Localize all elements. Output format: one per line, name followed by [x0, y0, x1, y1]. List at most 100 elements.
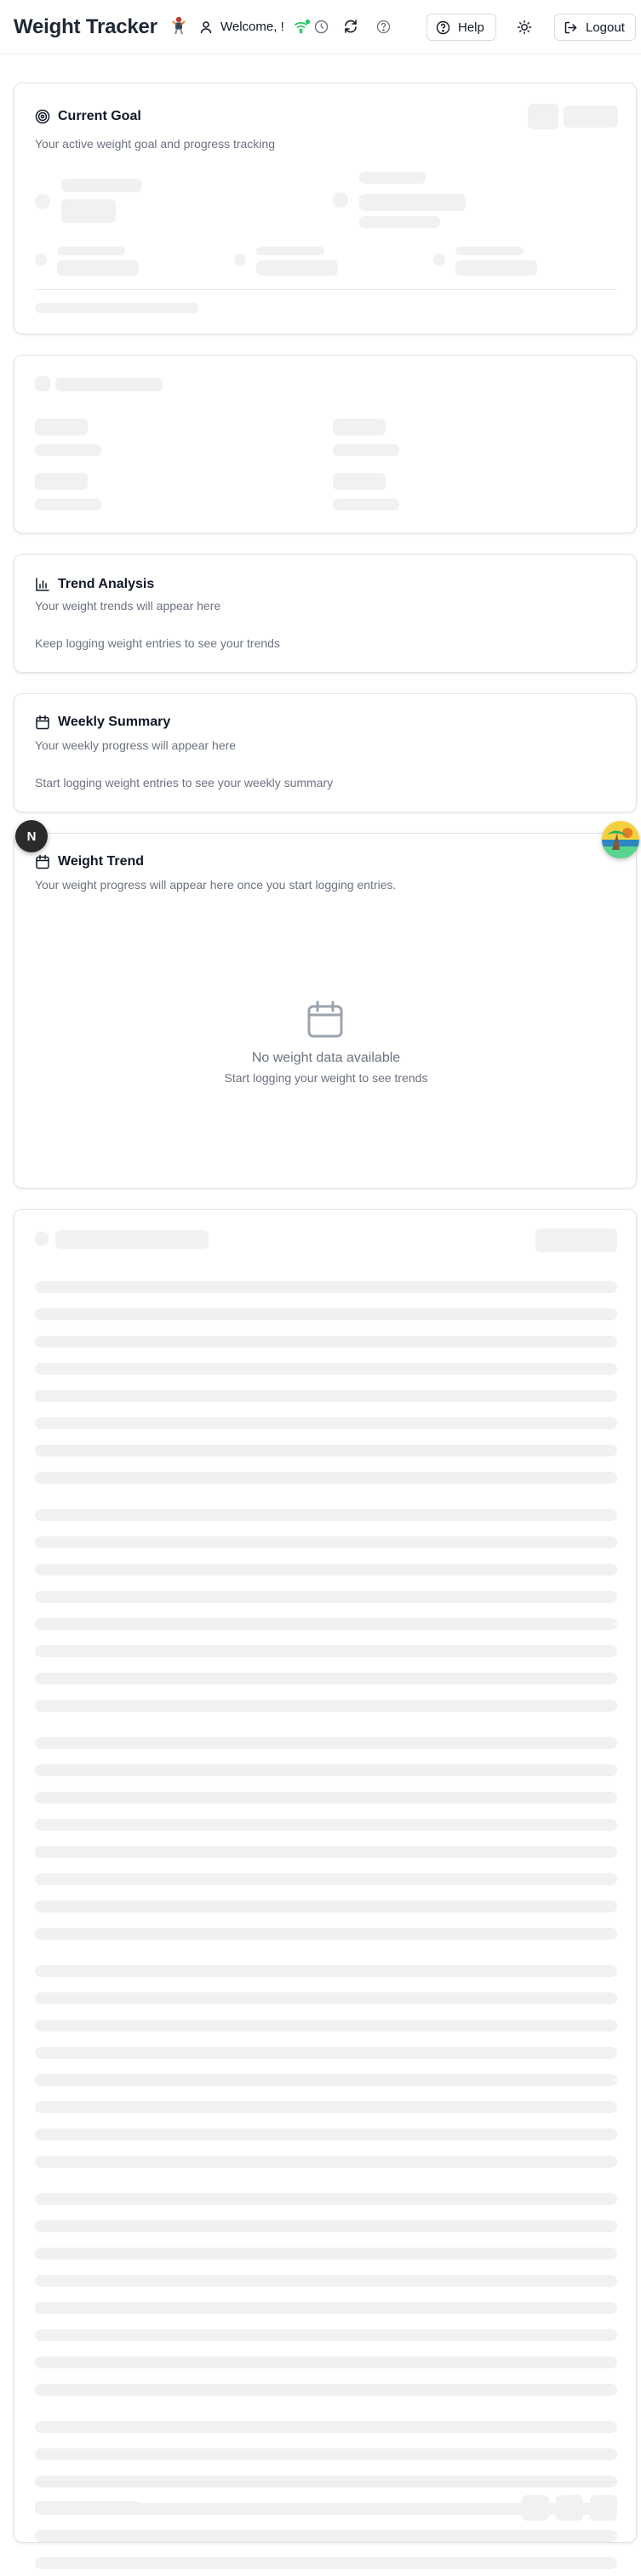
- online-status-icon: [295, 19, 311, 34]
- skeleton-block: [61, 179, 142, 192]
- calendar-icon: [36, 854, 49, 869]
- logout-label: Logout: [586, 20, 625, 35]
- mascot-icon: [172, 16, 186, 35]
- next-dev-badge[interactable]: N: [15, 820, 48, 852]
- skeleton-block: [359, 172, 426, 184]
- refresh-icon[interactable]: [343, 19, 358, 34]
- trend-analysis-heading: Trend Analysis: [35, 577, 154, 592]
- skeleton-row: [35, 1673, 617, 1684]
- current-goal-title: Current Goal: [58, 109, 141, 123]
- beach-avatar-icon: [602, 821, 639, 858]
- skeleton-row: [35, 1792, 617, 1804]
- target-icon: [35, 109, 50, 124]
- skeleton-row: [35, 1281, 617, 1293]
- skeleton-row: [35, 2248, 617, 2260]
- skeleton-block: [564, 105, 618, 128]
- skeleton-block: [535, 1228, 617, 1252]
- skeleton-block: [57, 247, 125, 255]
- app-header: Weight Tracker Welcome, ! Help Logout: [0, 0, 641, 54]
- weight-trend-title: Weight Trend: [58, 854, 145, 869]
- skeleton-row: [35, 2530, 617, 2542]
- skeleton-row: [35, 2101, 617, 2113]
- skeleton-row: [35, 2193, 617, 2205]
- skeleton-row: [35, 2220, 617, 2232]
- skeleton-row: [35, 1336, 617, 1348]
- skeleton-row: [35, 1992, 617, 2004]
- weekly-summary-title: Weekly Summary: [58, 715, 171, 729]
- weight-trend-subtitle: Your weight progress will appear here on…: [35, 878, 397, 892]
- skeleton-block: [455, 247, 524, 255]
- weekly-summary-card: Weekly Summary Your weekly progress will…: [14, 693, 637, 812]
- empty-calendar-icon: [307, 1000, 343, 1038]
- skeleton-block: [556, 2495, 583, 2521]
- help-circle-icon: [436, 20, 450, 34]
- app-title: Weight Tracker: [14, 15, 157, 38]
- logout-button[interactable]: Logout: [554, 14, 636, 41]
- skeleton-row: [35, 1308, 617, 1320]
- skeleton-row: [35, 2357, 617, 2368]
- skeleton-row: [35, 1564, 617, 1576]
- entries-skeleton-card: [14, 1209, 637, 2569]
- current-goal-heading: Current Goal: [35, 109, 141, 124]
- skeleton-block: [256, 247, 324, 255]
- divider: [35, 289, 617, 290]
- skeleton-block: [333, 499, 399, 510]
- logout-icon: [564, 21, 577, 33]
- skeleton-block: [590, 2495, 617, 2521]
- skeleton-row: [35, 1873, 617, 1885]
- skeleton-row: [35, 2129, 617, 2140]
- current-goal-subtitle: Your active weight goal and progress tra…: [35, 137, 275, 151]
- skeleton-block: [433, 254, 445, 265]
- skeleton-block: [35, 473, 88, 490]
- skeleton-row: [35, 1445, 617, 1456]
- trend-analysis-note: Keep logging weight entries to see your …: [35, 636, 280, 650]
- skeleton-block: [359, 194, 466, 211]
- skeleton-row: [35, 1591, 617, 1603]
- calendar-icon: [36, 715, 49, 730]
- skeleton-row: [35, 2329, 617, 2341]
- weight-trend-card: Weight Trend Your weight progress will a…: [14, 833, 637, 1188]
- sun-icon: [517, 20, 532, 35]
- skeleton-block: [333, 444, 399, 456]
- skeleton-block: [35, 194, 50, 209]
- theme-toggle-button[interactable]: [515, 18, 534, 37]
- stats-skeleton-card: [14, 355, 637, 533]
- question-icon[interactable]: [376, 20, 391, 34]
- weekly-summary-heading: Weekly Summary: [35, 715, 170, 730]
- help-label: Help: [458, 20, 484, 35]
- skeleton-block: [35, 376, 50, 391]
- skeleton-block: [35, 444, 101, 456]
- weight-trend-heading: Weight Trend: [35, 854, 144, 869]
- skeleton-block: [61, 199, 116, 223]
- skeleton-row: [35, 1509, 617, 1521]
- weekly-summary-note: Start logging weight entries to see your…: [35, 776, 334, 789]
- skeleton-row: [35, 1928, 617, 1940]
- skeleton-block: [55, 1230, 209, 1249]
- skeleton-row: [35, 1390, 617, 1402]
- trend-analysis-card: Trend Analysis Your weight trends will a…: [14, 554, 637, 673]
- skeleton-block: [35, 1232, 49, 1245]
- skeleton-row: [35, 2421, 617, 2433]
- weekly-summary-subtitle: Your weekly progress will appear here: [35, 738, 237, 752]
- skeleton-row: [35, 1472, 617, 1484]
- skeleton-row: [35, 1363, 617, 1375]
- skeleton-row: [35, 2156, 617, 2168]
- skeleton-row: [35, 1536, 617, 1548]
- skeleton-row: [35, 1645, 617, 1657]
- skeleton-row: [35, 2384, 617, 2396]
- welcome-text: Welcome, !: [220, 20, 284, 34]
- skeleton-block: [35, 2501, 140, 2513]
- assistant-avatar[interactable]: [602, 821, 639, 858]
- current-goal-card: Current Goal Your active weight goal and…: [14, 83, 637, 334]
- skeleton-block: [333, 419, 386, 436]
- clock-icon[interactable]: [314, 20, 329, 34]
- skeleton-row: [35, 2302, 617, 2314]
- help-button[interactable]: Help: [426, 14, 496, 41]
- skeleton-block: [528, 104, 558, 129]
- skeleton-block: [333, 473, 386, 490]
- skeleton-block: [455, 260, 537, 276]
- skeleton-row: [35, 2275, 617, 2287]
- skeleton-block: [522, 2495, 549, 2521]
- user-icon: [200, 21, 212, 34]
- skeleton-row: [35, 1737, 617, 1749]
